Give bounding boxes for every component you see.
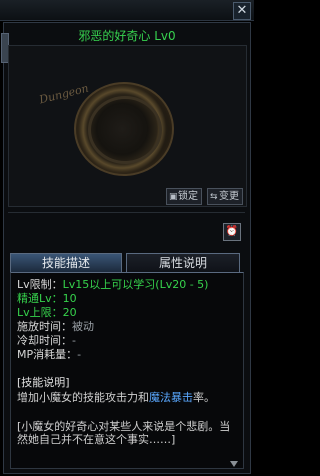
mastery-label: 精通Lv：: [17, 292, 63, 305]
close-button[interactable]: ✕: [233, 2, 251, 20]
mp-cost-value: -: [77, 348, 82, 361]
description-highlight: 魔法暴击: [149, 391, 193, 404]
cooldown-row: 冷却时间：-: [17, 335, 76, 347]
lv-limit-label: Lv限制：: [17, 278, 63, 291]
cooldown-label: 冷却时间：: [17, 334, 72, 347]
change-button[interactable]: ⇆变更: [207, 188, 243, 205]
tab-attribute-info[interactable]: 属性说明: [126, 253, 240, 273]
description-header: [技能说明]: [17, 376, 70, 389]
clock-icon: ⏰: [225, 226, 239, 237]
lv-limit-row: Lv限制：Lv15以上可以学习(Lv20 - 5): [17, 279, 208, 291]
max-level-value: 20: [62, 306, 77, 319]
tab-bar: 技能描述 属性说明: [10, 253, 244, 273]
cast-time-row: 施放时间：被动: [17, 321, 94, 333]
mp-cost-label: MP消耗量：: [17, 348, 78, 361]
cooldown-value: -: [72, 334, 76, 347]
divider: [8, 212, 245, 213]
scroll-down-icon[interactable]: [230, 461, 238, 467]
skill-panel: 邪恶的好奇心 Lv0 Dungeon ▣锁定 ⇆变更 ⏰ 技能描述 属性说明 L…: [1, 22, 251, 474]
preview-buttons: ▣锁定 ⇆变更: [8, 188, 245, 205]
tab-skill-description[interactable]: 技能描述: [10, 253, 122, 272]
cast-time-value: 被动: [72, 320, 94, 333]
description-text-a: 增加小魔女的技能攻击力和: [17, 391, 149, 404]
lock-icon: ▣: [169, 192, 178, 202]
cast-time-label: 施放时间：: [17, 320, 72, 333]
swap-icon: ⇆: [210, 192, 218, 202]
mp-cost-row: MP消耗量：-: [17, 349, 81, 361]
emblem-ring: [88, 96, 162, 164]
skill-preview: Dungeon: [8, 45, 247, 207]
lock-label: 锁定: [178, 191, 198, 202]
max-level-row: Lv上限：20: [17, 307, 77, 319]
change-label: 变更: [219, 191, 239, 202]
max-level-label: Lv上限：: [17, 306, 63, 319]
mastery-value: 10: [62, 292, 77, 305]
description-text-c: 率。: [193, 391, 215, 404]
lock-button[interactable]: ▣锁定: [166, 188, 202, 205]
skill-name: 邪恶的好奇心 Lv0: [78, 29, 176, 43]
description-line-2: [小魔女的好奇心对某些人来说是个悲剧。当然她自己并不在意这个事实……]: [17, 420, 231, 446]
lv-limit-value: Lv15以上可以学习(Lv20 - 5): [62, 278, 209, 291]
description-line-1: 增加小魔女的技能攻击力和魔法暴击率。: [17, 391, 239, 404]
description-content: Lv限制：Lv15以上可以学习(Lv20 - 5) 精通Lv：10 Lv上限：2…: [10, 272, 244, 469]
timer-button[interactable]: ⏰: [223, 223, 241, 241]
mastery-row: 精通Lv：10: [17, 293, 77, 305]
title-bar: ✕: [0, 0, 254, 21]
